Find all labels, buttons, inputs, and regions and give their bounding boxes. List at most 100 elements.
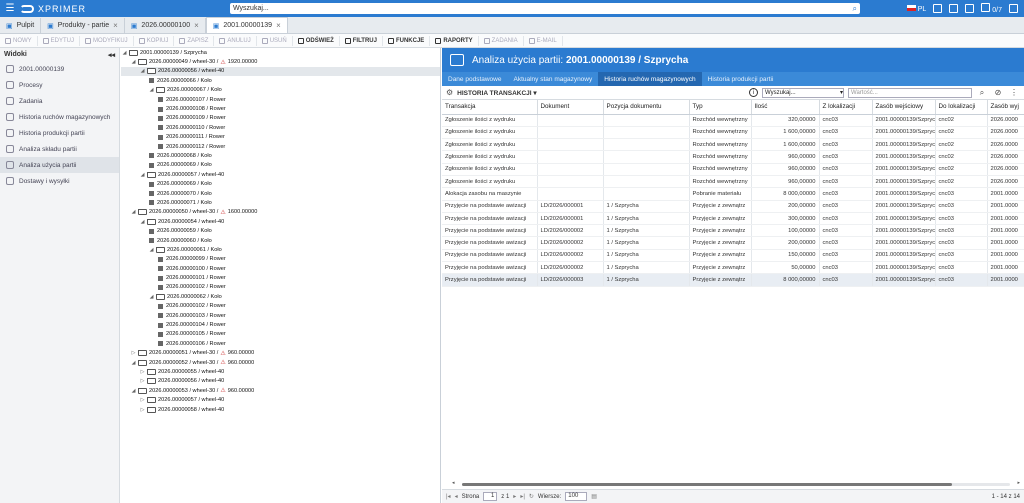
sidebar-item-4[interactable]: Historia produkcji partii — [0, 125, 119, 141]
clear-filter-icon[interactable]: ⊘ — [992, 88, 1004, 97]
expanded-icon[interactable]: ◢ — [140, 172, 145, 178]
table-row[interactable]: Zgłoszenie ilości z wydruku Rozchód wewnę… — [442, 163, 1024, 176]
global-search-input[interactable]: Wyszukaj... ⌕ — [230, 3, 860, 14]
sidebar-item-0[interactable]: 2001.00000139 — [0, 61, 119, 77]
table-row[interactable]: Przyjęcie na podstawie awizacji LD/2026/0… — [442, 200, 1024, 213]
tree-node[interactable]: 2026.00000100 / Rower — [121, 264, 440, 273]
calendar-icon[interactable] — [949, 4, 959, 13]
tree-node[interactable]: 2026.00000071 / Koło — [121, 198, 440, 207]
tree-node[interactable]: ◢ 2026.00000049 / wheel-30 /⚠ 1920.00000 — [121, 57, 440, 66]
tree-node[interactable]: ▷ 2026.00000058 / wheel-40 — [121, 405, 440, 414]
column-header[interactable]: Transakcja — [442, 100, 538, 115]
sidebar-item-2[interactable]: Zadania — [0, 93, 119, 109]
expanded-icon[interactable]: ◢ — [149, 247, 154, 253]
scroll-left-icon[interactable]: ◂ — [452, 480, 455, 486]
export-icon[interactable]: ▤ — [591, 493, 597, 500]
last-page-icon[interactable]: ▸| — [520, 493, 525, 500]
panel-tab-3[interactable]: Historia produkcji partii — [702, 72, 780, 86]
close-icon[interactable]: × — [276, 21, 281, 30]
table-row[interactable]: Alokacja zasobu na maszynie Pobranie mate… — [442, 187, 1024, 201]
tree-node[interactable]: ◢ 2026.00000050 / wheel-30 /⚠ 1600.00000 — [121, 208, 440, 217]
tree-node[interactable]: ◢ 2026.00000057 / wheel-40 — [121, 170, 440, 179]
column-header[interactable]: Pozycja dokumentu — [603, 100, 690, 115]
tree-node[interactable]: ▷ 2026.00000056 / wheel-40 — [121, 377, 440, 386]
tree-node[interactable]: 2026.00000105 / Rower — [121, 330, 440, 339]
toolbar-button-6[interactable]: USUŃ — [257, 35, 293, 46]
toolbar-button-2[interactable]: MODYFIKUJ — [80, 35, 134, 46]
tree-node[interactable]: 2026.00000069 / Koło — [121, 179, 440, 188]
tree-node[interactable]: ◢ 2026.00000061 / Koło — [121, 245, 440, 254]
column-header[interactable]: Do lokalizacji — [935, 100, 988, 115]
tree-node[interactable]: ▷ 2026.00000055 / wheel-40 — [121, 367, 440, 376]
tab-2[interactable]: ▣ 2026.00000100 × — [125, 18, 206, 33]
tree-node[interactable]: 2026.00000110 / Rower — [121, 123, 440, 132]
expanded-icon[interactable]: ◢ — [149, 87, 154, 93]
grid-icon[interactable] — [933, 4, 943, 13]
tab-3[interactable]: ▣ 2001.00000139 × — [205, 17, 288, 33]
page-input[interactable]: 1 — [483, 492, 498, 501]
rows-per-page-select[interactable]: 100 — [565, 492, 588, 501]
column-header[interactable]: Ilość — [751, 100, 820, 115]
language-selector[interactable]: PL — [906, 4, 926, 13]
toolbar-button-5[interactable]: ANULUJ — [214, 35, 257, 46]
tasks-counter[interactable]: 0/7 — [981, 3, 1002, 14]
toolbar-button-4[interactable]: ZAPISZ — [174, 35, 215, 46]
search-icon[interactable]: ⌕ — [976, 88, 988, 98]
tree-node[interactable]: ▷ 2026.00000051 / wheel-30 /⚠ 960.00000 — [121, 349, 440, 358]
tree-node[interactable]: 2026.00000070 / Koło — [121, 189, 440, 198]
toolbar-button-8[interactable]: FILTRUJ — [340, 35, 383, 46]
search-value-input[interactable]: Wartość... — [848, 87, 972, 98]
user-icon[interactable] — [1009, 4, 1018, 13]
tree-node[interactable]: 2026.00000108 / Rower — [121, 104, 440, 113]
expanded-icon[interactable]: ◢ — [122, 50, 127, 56]
search-column-select[interactable]: Wyszukaj... ▾ — [762, 87, 844, 98]
tree-node[interactable]: 2026.00000109 / Rower — [121, 114, 440, 123]
tree-node[interactable]: 2026.00000099 / Rower — [121, 255, 440, 264]
tree-node[interactable]: 2026.00000107 / Rower — [121, 95, 440, 104]
tree-node[interactable]: ▷ 2026.00000057 / wheel-40 — [121, 395, 440, 404]
toolbar-button-12[interactable]: E-MAIL — [524, 35, 563, 46]
expanded-icon[interactable]: ◢ — [131, 59, 136, 65]
tree-node[interactable]: 2026.00000101 / Rower — [121, 273, 440, 282]
search-icon[interactable]: ⌕ — [853, 4, 857, 14]
expanded-icon[interactable]: ◢ — [140, 68, 145, 74]
tree-node[interactable]: ◢ 2026.00000067 / Koło — [121, 86, 440, 95]
column-header[interactable]: Zasób wyj — [987, 100, 1024, 115]
refresh-icon[interactable]: ↻ — [529, 493, 534, 500]
panel-tab-1[interactable]: Aktualny stan magazynowy — [507, 72, 598, 86]
next-page-icon[interactable]: ▸ — [513, 493, 516, 500]
tree-node[interactable]: 2026.00000112 / Rower — [121, 142, 440, 151]
gear-icon[interactable]: ⚙ — [446, 88, 453, 97]
close-icon[interactable]: × — [113, 21, 118, 30]
tree-node[interactable]: ◢ 2026.00000054 / wheel-40 — [121, 217, 440, 226]
scroll-right-icon[interactable]: ▸ — [1017, 480, 1020, 486]
close-icon[interactable]: × — [194, 21, 199, 30]
column-header[interactable]: Typ — [689, 100, 752, 115]
scroll-thumb[interactable] — [462, 483, 952, 486]
table-row[interactable]: Przyjęcie na podstawie awizacji LD/2026/0… — [442, 273, 1024, 287]
toolbar-button-1[interactable]: EDYTUJ — [38, 35, 81, 46]
expanded-icon[interactable]: ◢ — [131, 209, 136, 215]
tree-node[interactable]: 2026.00000102 / Rower — [121, 283, 440, 292]
tree-node[interactable]: 2026.00000103 / Rower — [121, 311, 440, 320]
collapsed-icon[interactable]: ▷ — [140, 369, 145, 375]
table-row[interactable]: Przyjęcie na podstawie awizacji LD/2026/0… — [442, 236, 1024, 250]
column-header[interactable]: Z lokalizacji — [819, 100, 873, 115]
table-row[interactable]: Zgłoszenie ilości z wydruku Rozchód wewnę… — [442, 138, 1024, 152]
collapse-icon[interactable]: ◂◂ — [108, 51, 115, 59]
table-row[interactable]: Przyjęcie na podstawie awizacji LD/2026/0… — [442, 249, 1024, 263]
prev-page-icon[interactable]: ◂ — [455, 493, 458, 500]
collapsed-icon[interactable]: ▷ — [131, 350, 136, 356]
expanded-icon[interactable]: ◢ — [131, 388, 136, 394]
table-row[interactable]: Przyjęcie na podstawie awizacji LD/2026/0… — [442, 224, 1024, 238]
expanded-icon[interactable]: ◢ — [131, 360, 136, 366]
panel-tab-2[interactable]: Historia ruchów magazynowych — [598, 72, 702, 86]
table-row[interactable]: Przyjęcie na podstawie awizacji LD/2026/0… — [442, 212, 1024, 226]
sidebar-item-1[interactable]: Procesy — [0, 77, 119, 93]
tree-node[interactable]: 2026.00000066 / Koło — [121, 76, 440, 85]
tree-node[interactable]: ◢ 2026.00000052 / wheel-30 /⚠ 960.00000 — [121, 358, 440, 367]
toolbar-button-7[interactable]: ODŚWIEŻ — [293, 35, 340, 46]
tree-node[interactable]: 2026.00000059 / Koło — [121, 226, 440, 235]
info-icon[interactable]: i — [749, 88, 758, 97]
tree-node[interactable]: 2026.00000102 / Rower — [121, 302, 440, 311]
